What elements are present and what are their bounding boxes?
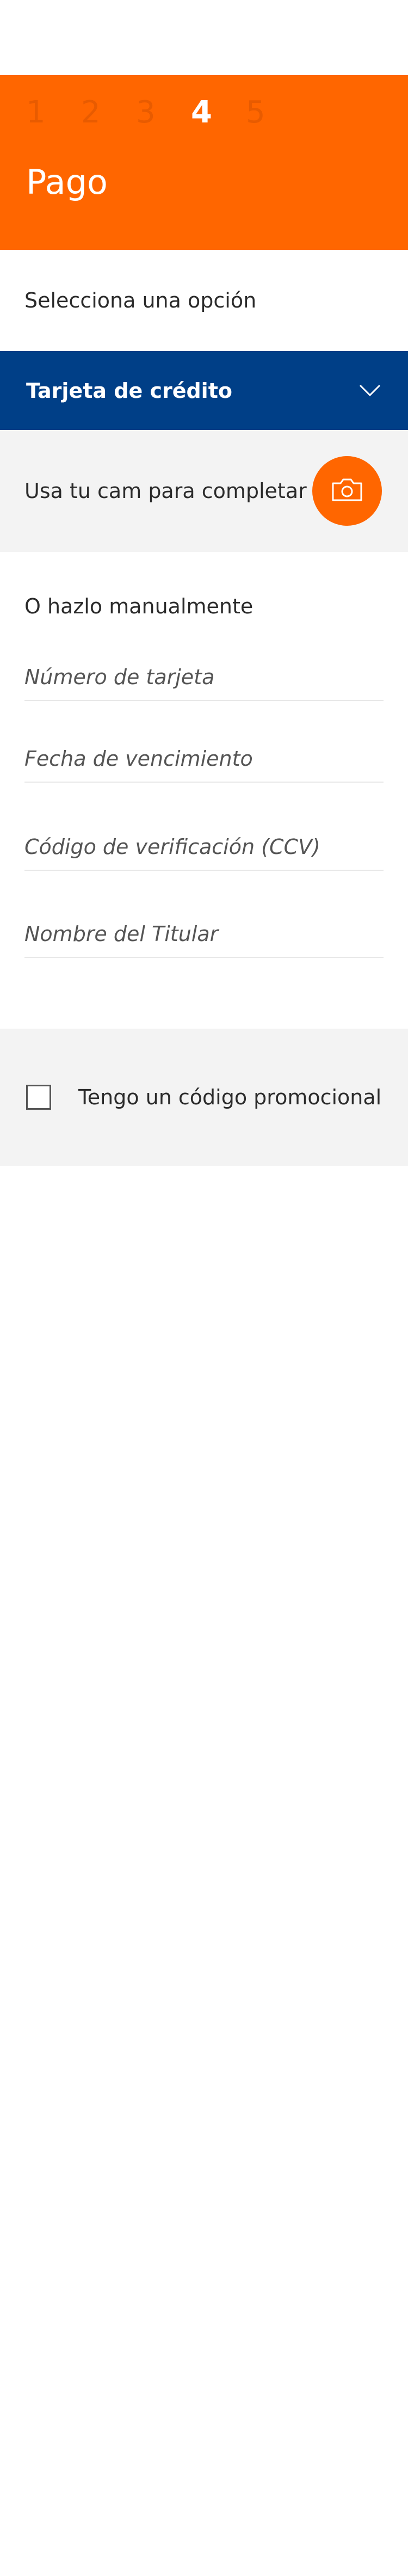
expiry-date-input[interactable] [24, 747, 384, 771]
ccv-input[interactable] [24, 835, 384, 859]
card-number-field [24, 661, 384, 701]
step-2[interactable]: 2 [81, 94, 136, 132]
promo-code-checkbox[interactable] [26, 1085, 51, 1110]
status-bar-spacer [0, 0, 408, 75]
select-option-label: Selecciona una opción [24, 288, 257, 312]
manual-entry-row: O hazlo manualmente [0, 552, 408, 661]
promo-code-label[interactable]: Tengo un código promocional [78, 1085, 381, 1109]
step-4-active: 4 [191, 95, 212, 130]
card-number-input[interactable] [24, 665, 384, 689]
chevron-down-icon [358, 379, 382, 403]
step-1[interactable]: 1 [26, 94, 81, 132]
step-indicator: 1 2 3 4 5 [26, 94, 301, 132]
checkout-header: 1 2 3 4 5 Pago [0, 75, 408, 250]
step-5: 5 [246, 95, 265, 130]
select-option-row: Selecciona una opción [0, 250, 408, 351]
camera-icon [331, 478, 363, 504]
cardholder-name-input[interactable] [24, 922, 384, 946]
camera-scan-button[interactable] [312, 456, 382, 526]
payment-method-value: Tarjeta de crédito [26, 378, 232, 403]
cardholder-name-field [24, 918, 384, 958]
payment-method-dropdown[interactable]: Tarjeta de crédito [0, 351, 408, 430]
promo-code-section: Tengo un código promocional [0, 1029, 408, 1166]
manual-entry-label: O hazlo manualmente [24, 594, 254, 618]
camera-scan-text: Usa tu cam para completar [24, 479, 307, 503]
ccv-field [24, 831, 384, 871]
expiry-date-field [24, 742, 384, 783]
camera-scan-row: Usa tu cam para completar [0, 430, 408, 552]
step-3[interactable]: 3 [136, 94, 191, 132]
page-title: Pago [26, 162, 108, 202]
